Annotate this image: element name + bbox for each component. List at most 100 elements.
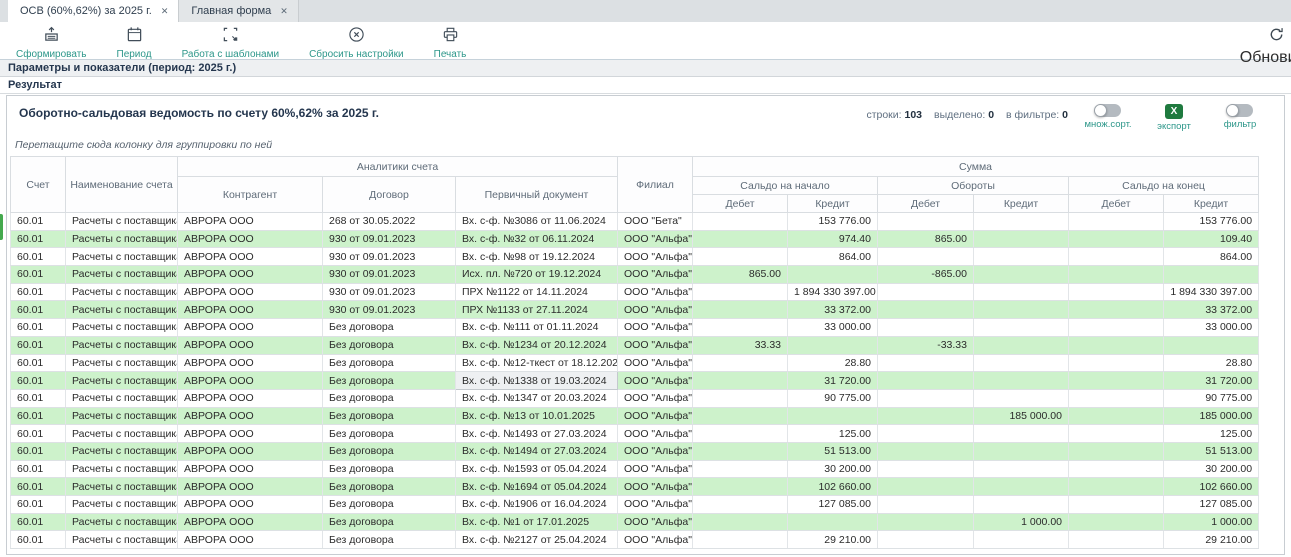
cell[interactable]: Вх. с-ф. №98 от 19.12.2024 — [456, 248, 618, 266]
cell[interactable] — [878, 213, 974, 231]
cell[interactable]: ООО "Альфа" — [618, 531, 693, 549]
cell[interactable]: Вх. с-ф. №3086 от 11.06.2024 — [456, 213, 618, 231]
cell[interactable]: 60.01 — [11, 248, 66, 266]
cell[interactable]: ООО "Альфа" — [618, 425, 693, 443]
cell[interactable]: Вх. с-ф. №111 от 01.11.2024 — [456, 319, 618, 337]
cell[interactable]: Вх. с-ф. №1338 от 19.03.2024 — [456, 372, 618, 390]
cell[interactable] — [1069, 319, 1164, 337]
cell[interactable]: 153 776.00 — [1164, 213, 1259, 231]
cell[interactable] — [878, 460, 974, 478]
table-row[interactable]: 60.01Расчеты с поставщикам...АВРОРА ОООБ… — [11, 478, 1259, 496]
cell[interactable]: ООО "Альфа" — [618, 389, 693, 407]
table-row[interactable]: 60.01Расчеты с поставщикам...АВРОРА ОООБ… — [11, 425, 1259, 443]
cell[interactable] — [878, 531, 974, 549]
cell[interactable]: Расчеты с поставщикам... — [66, 407, 178, 425]
cell[interactable]: 90 775.00 — [788, 389, 878, 407]
cell[interactable]: 127 085.00 — [788, 496, 878, 514]
cell[interactable] — [878, 478, 974, 496]
cell[interactable]: Вх. с-ф. №32 от 06.11.2024 — [456, 230, 618, 248]
col-header-debit[interactable]: Дебет — [693, 195, 788, 213]
cell[interactable] — [974, 301, 1069, 319]
cell[interactable]: ПРХ №1133 от 27.11.2024 — [456, 301, 618, 319]
cell[interactable] — [878, 283, 974, 301]
tab-osv-report[interactable]: ОСВ (60%,62%) за 2025 г. ✕ — [8, 0, 178, 22]
cell[interactable] — [693, 283, 788, 301]
cell[interactable] — [788, 336, 878, 354]
cell[interactable]: Вх. с-ф. №1234 от 20.12.2024 — [456, 336, 618, 354]
cell[interactable]: ООО "Альфа" — [618, 496, 693, 514]
cell[interactable]: АВРОРА ООО — [178, 301, 323, 319]
cell[interactable] — [693, 319, 788, 337]
cell[interactable]: 109.40 — [1164, 230, 1259, 248]
refresh-button[interactable]: Обновить — [1246, 26, 1291, 67]
cell[interactable] — [1069, 336, 1164, 354]
cell[interactable]: АВРОРА ООО — [178, 213, 323, 231]
cell[interactable]: 33 000.00 — [788, 319, 878, 337]
table-row[interactable]: 60.01Расчеты с поставщикам...АВРОРА ОООБ… — [11, 354, 1259, 372]
cell[interactable] — [693, 407, 788, 425]
cell[interactable]: Расчеты с поставщикам... — [66, 283, 178, 301]
cell[interactable]: Расчеты с поставщикам... — [66, 496, 178, 514]
cell[interactable]: 33.33 — [693, 336, 788, 354]
cell[interactable]: Расчеты с поставщикам... — [66, 372, 178, 390]
cell[interactable]: АВРОРА ООО — [178, 425, 323, 443]
cell[interactable]: 60.01 — [11, 301, 66, 319]
cell[interactable]: Без договора — [323, 460, 456, 478]
cell[interactable]: Без договора — [323, 354, 456, 372]
cell[interactable]: АВРОРА ООО — [178, 442, 323, 460]
cell[interactable]: 864.00 — [788, 248, 878, 266]
cell[interactable] — [1069, 407, 1164, 425]
cell[interactable] — [974, 319, 1069, 337]
cell[interactable]: 51 513.00 — [788, 442, 878, 460]
cell[interactable]: ООО "Альфа" — [618, 248, 693, 266]
cell[interactable]: 31 720.00 — [1164, 372, 1259, 390]
cell[interactable]: Без договора — [323, 407, 456, 425]
cell[interactable] — [693, 442, 788, 460]
cell[interactable]: 60.01 — [11, 283, 66, 301]
cell[interactable] — [878, 513, 974, 531]
cell[interactable]: 29 210.00 — [788, 531, 878, 549]
cell[interactable]: 60.01 — [11, 336, 66, 354]
cell[interactable] — [974, 389, 1069, 407]
cell[interactable]: ООО "Альфа" — [618, 442, 693, 460]
cell[interactable]: 60.01 — [11, 442, 66, 460]
group-drop-zone[interactable]: Перетащите сюда колонку для группировки … — [15, 139, 1284, 151]
cell[interactable] — [974, 336, 1069, 354]
cell[interactable]: Без договора — [323, 496, 456, 514]
cell[interactable] — [878, 496, 974, 514]
cell[interactable]: 60.01 — [11, 425, 66, 443]
cell[interactable] — [788, 266, 878, 284]
cell[interactable]: 28.80 — [788, 354, 878, 372]
cell[interactable] — [878, 389, 974, 407]
cell[interactable]: Вх. с-ф. №1493 от 27.03.2024 — [456, 425, 618, 443]
cell[interactable] — [693, 248, 788, 266]
cell[interactable]: 1 894 330 397.00 — [788, 283, 878, 301]
cell[interactable]: Вх. с-ф. №1593 от 05.04.2024 — [456, 460, 618, 478]
cell[interactable]: Расчеты с поставщикам... — [66, 531, 178, 549]
cell[interactable]: Без договора — [323, 372, 456, 390]
cell[interactable]: 125.00 — [1164, 425, 1259, 443]
cell[interactable]: -865.00 — [878, 266, 974, 284]
cell[interactable]: 930 от 09.01.2023 — [323, 301, 456, 319]
col-header-credit[interactable]: Кредит — [974, 195, 1069, 213]
tab-main-form[interactable]: Главная форма ✕ — [178, 0, 298, 22]
cell[interactable]: 31 720.00 — [788, 372, 878, 390]
table-row[interactable]: 60.01Расчеты с поставщикам...АВРОРА ОООБ… — [11, 460, 1259, 478]
cell[interactable] — [693, 531, 788, 549]
cell[interactable]: ООО "Альфа" — [618, 513, 693, 531]
cell[interactable] — [1164, 336, 1259, 354]
col-group-balance-start[interactable]: Сальдо на начало — [693, 177, 878, 195]
cell[interactable]: Расчеты с поставщикам... — [66, 425, 178, 443]
cell[interactable] — [974, 283, 1069, 301]
cell[interactable] — [1069, 442, 1164, 460]
cell[interactable] — [1069, 478, 1164, 496]
cell[interactable] — [1069, 372, 1164, 390]
cell[interactable] — [1069, 283, 1164, 301]
cell[interactable]: 33 372.00 — [1164, 301, 1259, 319]
cell[interactable]: 268 от 30.05.2022 — [323, 213, 456, 231]
cell[interactable]: 33 000.00 — [1164, 319, 1259, 337]
cell[interactable]: Без договора — [323, 425, 456, 443]
cell[interactable]: Расчеты с поставщикам... — [66, 478, 178, 496]
col-header-debit[interactable]: Дебет — [878, 195, 974, 213]
cell[interactable] — [1069, 213, 1164, 231]
